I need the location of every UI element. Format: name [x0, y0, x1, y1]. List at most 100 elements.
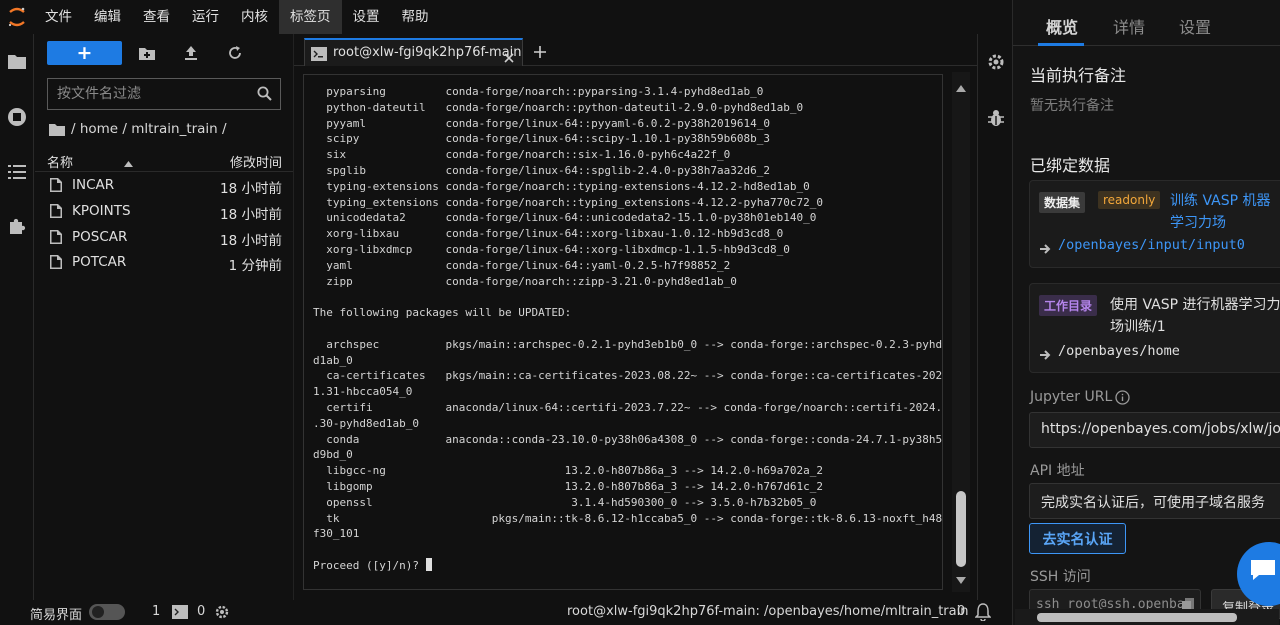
jupyter-logo-icon[interactable] — [0, 0, 34, 34]
jupyter-url-field[interactable]: https://openbayes.com/jobs/xlw/job — [1029, 412, 1280, 448]
file-row[interactable]: KPOINTS 18 小时前 — [35, 199, 293, 225]
file-browser: + / home / mltrain_train / 名称 — [35, 34, 293, 600]
breadcrumb-path[interactable]: / home / mltrain_train / — [71, 121, 227, 137]
file-filter-input[interactable] — [48, 79, 248, 109]
folder-icon[interactable] — [0, 34, 34, 89]
upload-icon[interactable] — [169, 41, 213, 65]
api-address-field[interactable]: 完成实名认证后，可使用子域名服务 — [1029, 483, 1280, 519]
readonly-badge: readonly — [1098, 191, 1161, 209]
menu-file[interactable]: 文件 — [34, 0, 83, 34]
running-icon[interactable] — [0, 89, 34, 144]
verify-identity-button[interactable]: 去实名认证 — [1029, 523, 1126, 554]
add-tab-button[interactable] — [526, 40, 554, 64]
breadcrumb: / home / mltrain_train / — [49, 120, 227, 138]
dataset-card: 数据集 readonly 训练 VASP 机器 学习力场 /openbayes/… — [1029, 180, 1280, 268]
jupyter-url-value: https://openbayes.com/jobs/xlw/job — [1041, 421, 1280, 437]
folder-icon[interactable] — [49, 123, 65, 136]
debugger-bug-icon[interactable] — [978, 90, 1013, 146]
ssh-access-label: SSH 访问 — [1030, 569, 1091, 585]
file-icon — [50, 204, 62, 222]
menu-settings[interactable]: 设置 — [342, 0, 391, 34]
terminal-line: zipp conda-forge/noarch::zipp-3.21.0-pyh… — [313, 274, 737, 288]
terminal-line: d9bd_0 — [313, 448, 353, 462]
scroll-down-icon[interactable] — [956, 569, 966, 588]
terminal-line: pyyaml conda-forge/linux-64::pyyaml-6.0.… — [313, 116, 770, 130]
menu-help[interactable]: 帮助 — [391, 0, 440, 34]
plus-icon: + — [76, 42, 93, 64]
arrow-right-icon — [1040, 239, 1052, 258]
terminal-line: d1ab_0 — [313, 353, 353, 367]
scroll-up-icon[interactable] — [956, 77, 966, 96]
new-launcher-button[interactable]: + — [47, 41, 122, 65]
tab-title: root@xlw-fgi9qk2hp76f-main — [333, 45, 522, 60]
terminal-line: unicodedata2 conda-forge/linux-64::unico… — [313, 211, 817, 225]
property-inspector-gear-icon[interactable] — [978, 34, 1013, 90]
workdir-tag: 工作目录 — [1039, 295, 1098, 316]
terminal-icon — [172, 605, 188, 623]
terminal-count[interactable]: 0 — [197, 604, 205, 619]
terminal-text: pyparsing conda-forge/noarch::pyparsing-… — [313, 84, 943, 574]
terminal-line: f30_101 — [313, 527, 360, 541]
tab-panel-settings[interactable]: 设置 — [1179, 14, 1211, 38]
dataset-name-link[interactable]: 训练 VASP 机器 — [1170, 191, 1271, 211]
file-modified: 18 小时前 — [220, 207, 282, 223]
menu-edit[interactable]: 编辑 — [83, 0, 132, 34]
terminal-line: yaml conda-forge/linux-64::yaml-0.2.5-h7… — [313, 258, 731, 272]
refresh-icon[interactable] — [213, 41, 257, 65]
jupyter-app: 文件 编辑 查看 运行 内核 标签页 设置 帮助 + 按文件名过滤 / home… — [0, 0, 1280, 625]
tab-terminal[interactable]: root@xlw-fgi9qk2hp76f-main — [304, 38, 523, 66]
file-modified: 18 小时前 — [220, 181, 282, 197]
info-icon[interactable] — [1115, 390, 1130, 409]
file-row[interactable]: POTCAR 1 分钟前 — [35, 250, 293, 276]
simple-mode-toggle[interactable] — [89, 604, 125, 620]
notification-count[interactable]: 0 — [957, 604, 965, 619]
menu-tabs[interactable]: 标签页 — [279, 0, 342, 34]
terminal-output[interactable]: pyparsing conda-forge/noarch::pyparsing-… — [303, 74, 943, 590]
file-modified: 1 分钟前 — [228, 258, 282, 274]
scroll-thumb[interactable] — [956, 491, 966, 567]
terminal-line: spglib conda-forge/linux-64::spglib-2.4.… — [313, 163, 770, 177]
kernel-count[interactable]: 1 — [152, 604, 160, 619]
column-modified-header[interactable]: 修改时间 — [230, 152, 282, 171]
terminal-line: ca-certificates pkgs/main::ca-certificat… — [313, 369, 943, 383]
active-tab-indicator — [1038, 43, 1084, 46]
exec-notes-empty: 暂无执行备注 — [1030, 98, 1114, 114]
terminal-line: xorg-libxau conda-forge/linux-64::xorg-l… — [313, 227, 784, 241]
kernel-status-gear-icon[interactable] — [215, 605, 229, 623]
close-icon[interactable] — [504, 48, 514, 67]
menu-run[interactable]: 运行 — [181, 0, 230, 34]
tab-details[interactable]: 详情 — [1113, 14, 1145, 38]
terminal-line: conda anaconda::conda-23.10.0-py38h06a43… — [313, 432, 943, 446]
search-icon[interactable] — [257, 86, 272, 105]
terminal-line: Proceed ([y]/n)? — [313, 557, 942, 574]
column-name-header[interactable]: 名称 — [47, 152, 73, 171]
api-address-label: API 地址 — [1030, 463, 1085, 479]
dataset-mount-path[interactable]: /openbayes/input/input0 — [1058, 237, 1245, 253]
jupyter-url-label: Jupyter URL — [1030, 389, 1113, 405]
workdir-name: 使用 VASP 进行机器学习力 — [1110, 297, 1280, 313]
plus-icon — [534, 46, 546, 58]
menu-bar: 文件 编辑 查看 运行 内核 标签页 设置 帮助 — [0, 0, 1012, 34]
terminal-line: archspec pkgs/main::archspec-0.2.1-pyhd3… — [313, 337, 943, 351]
tab-overview[interactable]: 概览 — [1046, 14, 1078, 38]
terminal-scrollbar[interactable] — [952, 72, 970, 592]
dataset-tag: 数据集 — [1039, 192, 1086, 213]
file-row[interactable]: INCAR 18 小时前 — [35, 173, 293, 199]
terminal-line: tk pkgs/main::tk-8.6.12-h1ccaba5_0 --> c… — [313, 511, 943, 525]
toc-list-icon[interactable] — [0, 144, 34, 199]
extension-icon[interactable] — [0, 199, 34, 254]
panel-tabs: 概览 详情 设置 — [1013, 0, 1280, 46]
menu-view[interactable]: 查看 — [132, 0, 181, 34]
simple-mode-label: 简易界面 — [30, 608, 83, 623]
menu-kernel[interactable]: 内核 — [230, 0, 279, 34]
new-folder-icon[interactable] — [125, 41, 169, 65]
terminal-line: python-dateutil conda-forge/noarch::pyth… — [313, 100, 804, 114]
file-row[interactable]: POSCAR 18 小时前 — [35, 225, 293, 251]
bell-icon[interactable] — [974, 603, 992, 625]
file-icon — [50, 178, 62, 196]
panel-horizontal-scrollbar[interactable] — [1015, 609, 1279, 625]
dataset-name-link-line2[interactable]: 学习力场 — [1170, 213, 1226, 233]
terminal-icon — [311, 46, 327, 65]
